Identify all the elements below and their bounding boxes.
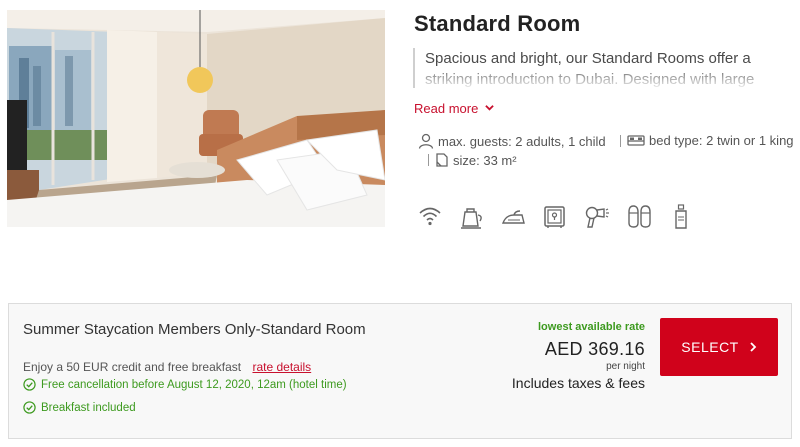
bed-type-text: bed type: 2 twin or 1 king <box>649 133 794 148</box>
perk-free-cancellation: Free cancellation before August 12, 2020… <box>23 378 347 391</box>
check-circle-icon <box>23 378 36 391</box>
divider <box>428 154 429 166</box>
toiletries-icon <box>674 204 688 230</box>
rate-card: Summer Staycation Members Only-Standard … <box>8 303 792 439</box>
room-description: Spacious and bright, our Standard Rooms … <box>413 48 783 88</box>
rate-subtitle: Enjoy a 50 EUR credit and free breakfast… <box>23 360 311 374</box>
room-photo-illustration <box>7 10 385 227</box>
wifi-icon <box>418 204 442 228</box>
chevron-right-icon <box>750 342 757 352</box>
per-night-label: per night <box>606 361 645 372</box>
room-size-text: size: 33 m² <box>453 152 517 168</box>
rate-subtitle-text: Enjoy a 50 EUR credit and free breakfast <box>23 360 242 374</box>
divider <box>620 134 621 147</box>
room-photo[interactable] <box>7 10 385 227</box>
check-circle-icon <box>23 401 36 414</box>
read-more-label: Read more <box>414 101 479 116</box>
room-size: size: 33 m² <box>428 152 517 168</box>
slippers-icon <box>626 204 654 230</box>
read-more-link[interactable]: Read more <box>414 101 494 116</box>
description-fade <box>415 68 783 88</box>
max-guests: max. guests: 2 adults, 1 child <box>418 133 606 149</box>
perk-text: Free cancellation before August 12, 2020… <box>41 378 347 391</box>
room-title: Standard Room <box>414 11 581 36</box>
rate-price: AED 369.16 <box>544 339 645 359</box>
kettle-icon <box>459 204 485 230</box>
select-button[interactable]: SELECT <box>660 318 778 376</box>
perk-breakfast: Breakfast included <box>23 401 136 414</box>
rate-name: Summer Staycation Members Only-Standard … <box>23 321 366 338</box>
perk-text: Breakfast included <box>41 401 136 414</box>
hair-dryer-icon <box>584 204 610 230</box>
safe-icon <box>542 204 568 230</box>
room-size-icon <box>436 153 448 167</box>
chevron-down-icon <box>485 105 494 111</box>
bed-icon <box>627 134 645 146</box>
taxes-label: Includes taxes & fees <box>511 375 645 391</box>
bed-type: bed type: 2 twin or 1 king <box>620 133 794 148</box>
max-guests-text: max. guests: 2 adults, 1 child <box>438 133 606 149</box>
person-icon <box>418 133 434 149</box>
lowest-rate-label: lowest available rate <box>538 321 645 333</box>
rate-details-link[interactable]: rate details <box>252 360 311 374</box>
select-button-label: SELECT <box>681 339 739 355</box>
iron-icon <box>500 204 526 230</box>
